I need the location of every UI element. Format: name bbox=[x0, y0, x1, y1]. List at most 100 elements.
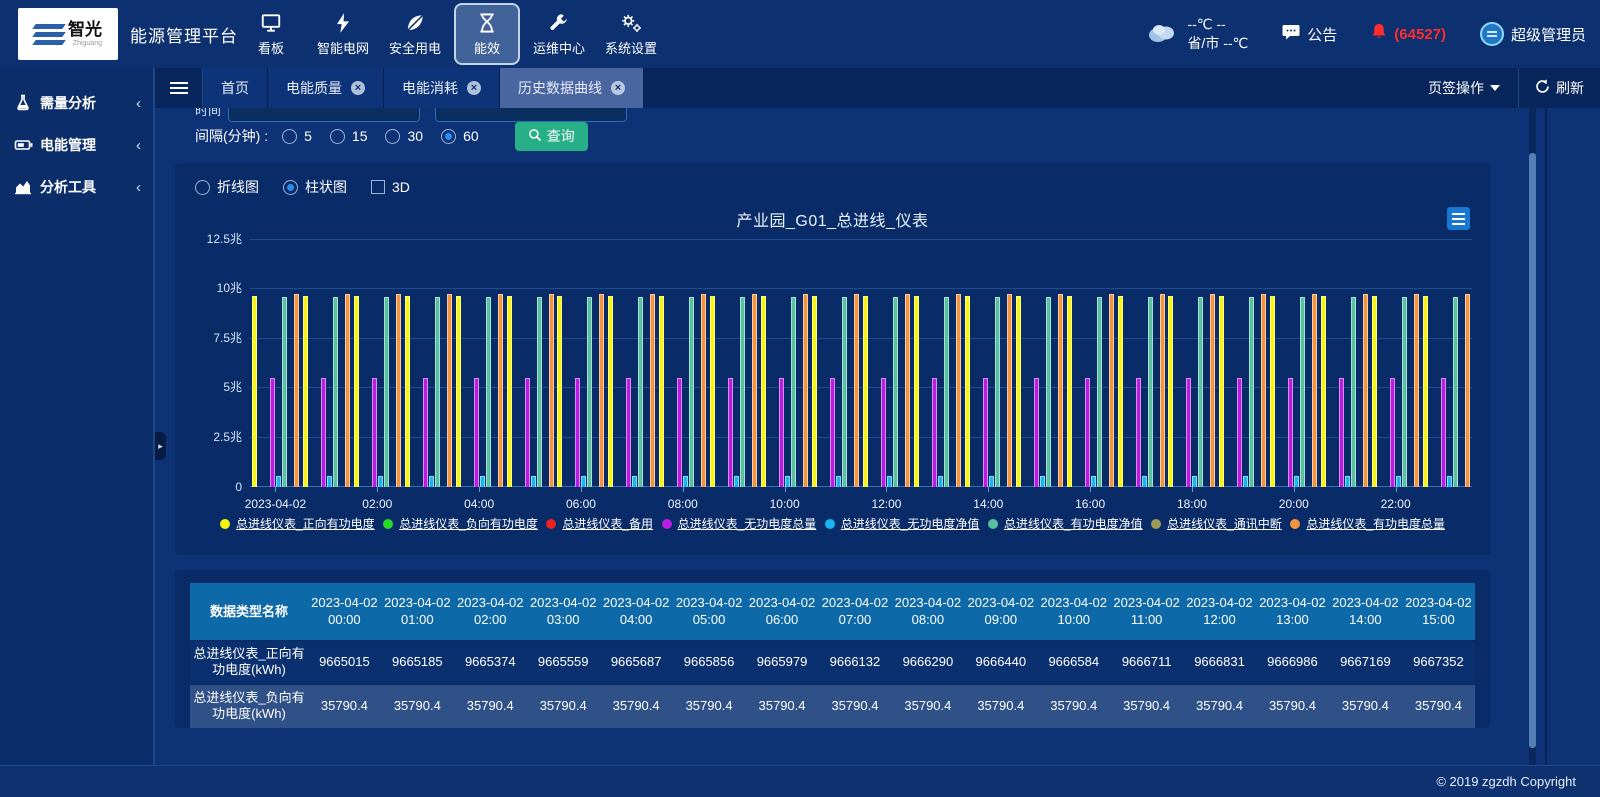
close-icon[interactable]: × bbox=[467, 81, 481, 95]
interval-radio-60[interactable]: 60 bbox=[441, 128, 479, 144]
bar-group-03:00 bbox=[403, 224, 454, 487]
chevron-down-icon bbox=[1490, 85, 1500, 91]
legend-item-6[interactable]: 总进线仪表_通讯中断 bbox=[1151, 515, 1282, 532]
bar bbox=[989, 476, 994, 487]
user-menu[interactable]: 超级管理员 bbox=[1480, 22, 1586, 46]
bar bbox=[507, 296, 512, 487]
bar bbox=[1168, 296, 1173, 487]
nav-label: 智能电网 bbox=[317, 38, 369, 57]
bar bbox=[282, 297, 287, 487]
nav-item-hourglass[interactable]: 能效 bbox=[454, 3, 520, 65]
sidebar-toggle-icon[interactable] bbox=[155, 68, 203, 108]
interval-radio-30[interactable]: 30 bbox=[385, 128, 423, 144]
tab-item-3[interactable]: 历史数据曲线× bbox=[500, 68, 644, 108]
radio-icon bbox=[283, 180, 298, 195]
search-button[interactable]: 查询 bbox=[515, 122, 588, 151]
logo[interactable]: 智光 Zhiguang bbox=[18, 8, 118, 60]
tab-operations-dropdown[interactable]: 页签操作 bbox=[1410, 68, 1518, 108]
bar bbox=[333, 297, 338, 487]
top-nav: 看板智能电网安全用电能效运维中心系统设置 bbox=[238, 0, 664, 68]
bar bbox=[1396, 476, 1401, 487]
table-cell: 35790.4 bbox=[891, 684, 964, 728]
table-header-time: 2023-04-0215:00 bbox=[1402, 583, 1475, 640]
bar bbox=[932, 378, 937, 487]
bar bbox=[761, 296, 766, 487]
chart-plot-area: 02.5兆5兆7.5兆10兆12.5兆2023-04-0202:0004:000… bbox=[250, 224, 1472, 487]
leaf-icon bbox=[404, 12, 426, 34]
panel-collapse-handle[interactable]: ▸ bbox=[155, 432, 166, 460]
sidebar-item-flask[interactable]: 需量分析‹ bbox=[0, 88, 155, 118]
refresh-button[interactable]: 刷新 bbox=[1519, 68, 1600, 108]
bar bbox=[1249, 297, 1254, 487]
sidebar-item-battery[interactable]: 电能管理‹ bbox=[0, 130, 155, 160]
tab-label: 首页 bbox=[221, 78, 249, 98]
sidebar: 需量分析‹ 电能管理‹ 分析工具‹ bbox=[0, 68, 155, 765]
legend-dot-icon bbox=[825, 519, 835, 529]
bar bbox=[1294, 476, 1299, 487]
table-cell: 35790.4 bbox=[454, 684, 527, 728]
legend-item-4[interactable]: 总进线仪表_无功电度净值 bbox=[825, 515, 980, 532]
tab-home[interactable]: 首页 bbox=[203, 68, 268, 108]
bar bbox=[1243, 476, 1248, 487]
x-axis-tick bbox=[1090, 487, 1091, 492]
table-header-row: 数据类型名称2023-04-0200:002023-04-0201:002023… bbox=[190, 583, 1475, 640]
bar bbox=[270, 378, 275, 487]
bar-group-09:00 bbox=[708, 224, 759, 487]
bar bbox=[1067, 296, 1072, 487]
tab-item-1[interactable]: 电能质量× bbox=[268, 68, 384, 108]
bar bbox=[531, 476, 536, 487]
end-date-input[interactable]: 2023-04-02 bbox=[435, 108, 627, 122]
sidebar-item-area-chart[interactable]: 分析工具‹ bbox=[0, 172, 155, 202]
chart-type-option-1[interactable]: 柱状图 bbox=[283, 177, 347, 197]
legend-item-1[interactable]: 总进线仪表_负向有功电度 bbox=[383, 515, 538, 532]
table-cell: 35790.4 bbox=[1402, 684, 1475, 728]
nav-item-gear[interactable]: 系统设置 bbox=[598, 3, 664, 65]
close-icon[interactable]: × bbox=[611, 81, 625, 95]
bar bbox=[683, 476, 688, 487]
table-cell: 35790.4 bbox=[308, 684, 381, 728]
alarm-button[interactable]: (64527) bbox=[1371, 23, 1446, 45]
bar bbox=[689, 297, 694, 487]
interval-radio-5[interactable]: 5 bbox=[282, 128, 312, 144]
nav-item-bolt[interactable]: 智能电网 bbox=[310, 3, 376, 65]
bar-group-02:00 bbox=[352, 224, 403, 487]
bar bbox=[785, 476, 790, 487]
table-cell: 9665185 bbox=[381, 640, 454, 684]
close-icon[interactable]: × bbox=[351, 81, 365, 95]
weather-widget: --℃ -- 省/市 --℃ bbox=[1145, 15, 1248, 53]
bar bbox=[626, 378, 631, 487]
search-label: 查询 bbox=[547, 126, 575, 146]
bar bbox=[1046, 297, 1051, 487]
nav-item-leaf[interactable]: 安全用电 bbox=[382, 3, 448, 65]
bar bbox=[321, 378, 326, 487]
nav-item-monitor[interactable]: 看板 bbox=[238, 3, 304, 65]
page: 智光 Zhiguang 能源管理平台 看板智能电网安全用电能效运维中心系统设置 … bbox=[0, 0, 1600, 797]
chart-type-option-2[interactable]: 3D bbox=[371, 179, 410, 195]
nav-label: 系统设置 bbox=[605, 38, 657, 57]
bar bbox=[1085, 378, 1090, 487]
table-header-time: 2023-04-0214:00 bbox=[1329, 583, 1402, 640]
nav-item-wrench[interactable]: 运维中心 bbox=[526, 3, 592, 65]
legend-item-3[interactable]: 总进线仪表_无功电度总量 bbox=[662, 515, 817, 532]
legend-item-7[interactable]: 总进线仪表_有功电度总量 bbox=[1290, 515, 1445, 532]
x-axis-tick bbox=[479, 487, 480, 492]
legend-item-2[interactable]: 总进线仪表_备用 bbox=[546, 515, 653, 532]
bar bbox=[1288, 378, 1293, 487]
tab-item-2[interactable]: 电能消耗× bbox=[384, 68, 500, 108]
legend-item-5[interactable]: 总进线仪表_有功电度净值 bbox=[988, 515, 1143, 532]
notice-button[interactable]: 公告 bbox=[1282, 24, 1337, 45]
top-header: 智光 Zhiguang 能源管理平台 看板智能电网安全用电能效运维中心系统设置 … bbox=[0, 0, 1600, 68]
bar bbox=[1148, 297, 1153, 487]
legend-item-0[interactable]: 总进线仪表_正向有功电度 bbox=[220, 515, 375, 532]
vertical-scrollbar[interactable] bbox=[1529, 108, 1536, 765]
x-axis-tick bbox=[377, 487, 378, 492]
chart-type-option-0[interactable]: 折线图 bbox=[195, 177, 259, 197]
x-axis-label: 02:00 bbox=[362, 497, 392, 511]
start-date-input[interactable]: 2023-04-02 bbox=[228, 108, 420, 122]
interval-radio-15[interactable]: 15 bbox=[330, 128, 368, 144]
bar bbox=[1363, 294, 1368, 487]
scrollbar-thumb[interactable] bbox=[1529, 153, 1536, 748]
table-cell: 9665979 bbox=[746, 640, 819, 684]
bar bbox=[677, 378, 682, 487]
table-header-time: 2023-04-0200:00 bbox=[308, 583, 381, 640]
